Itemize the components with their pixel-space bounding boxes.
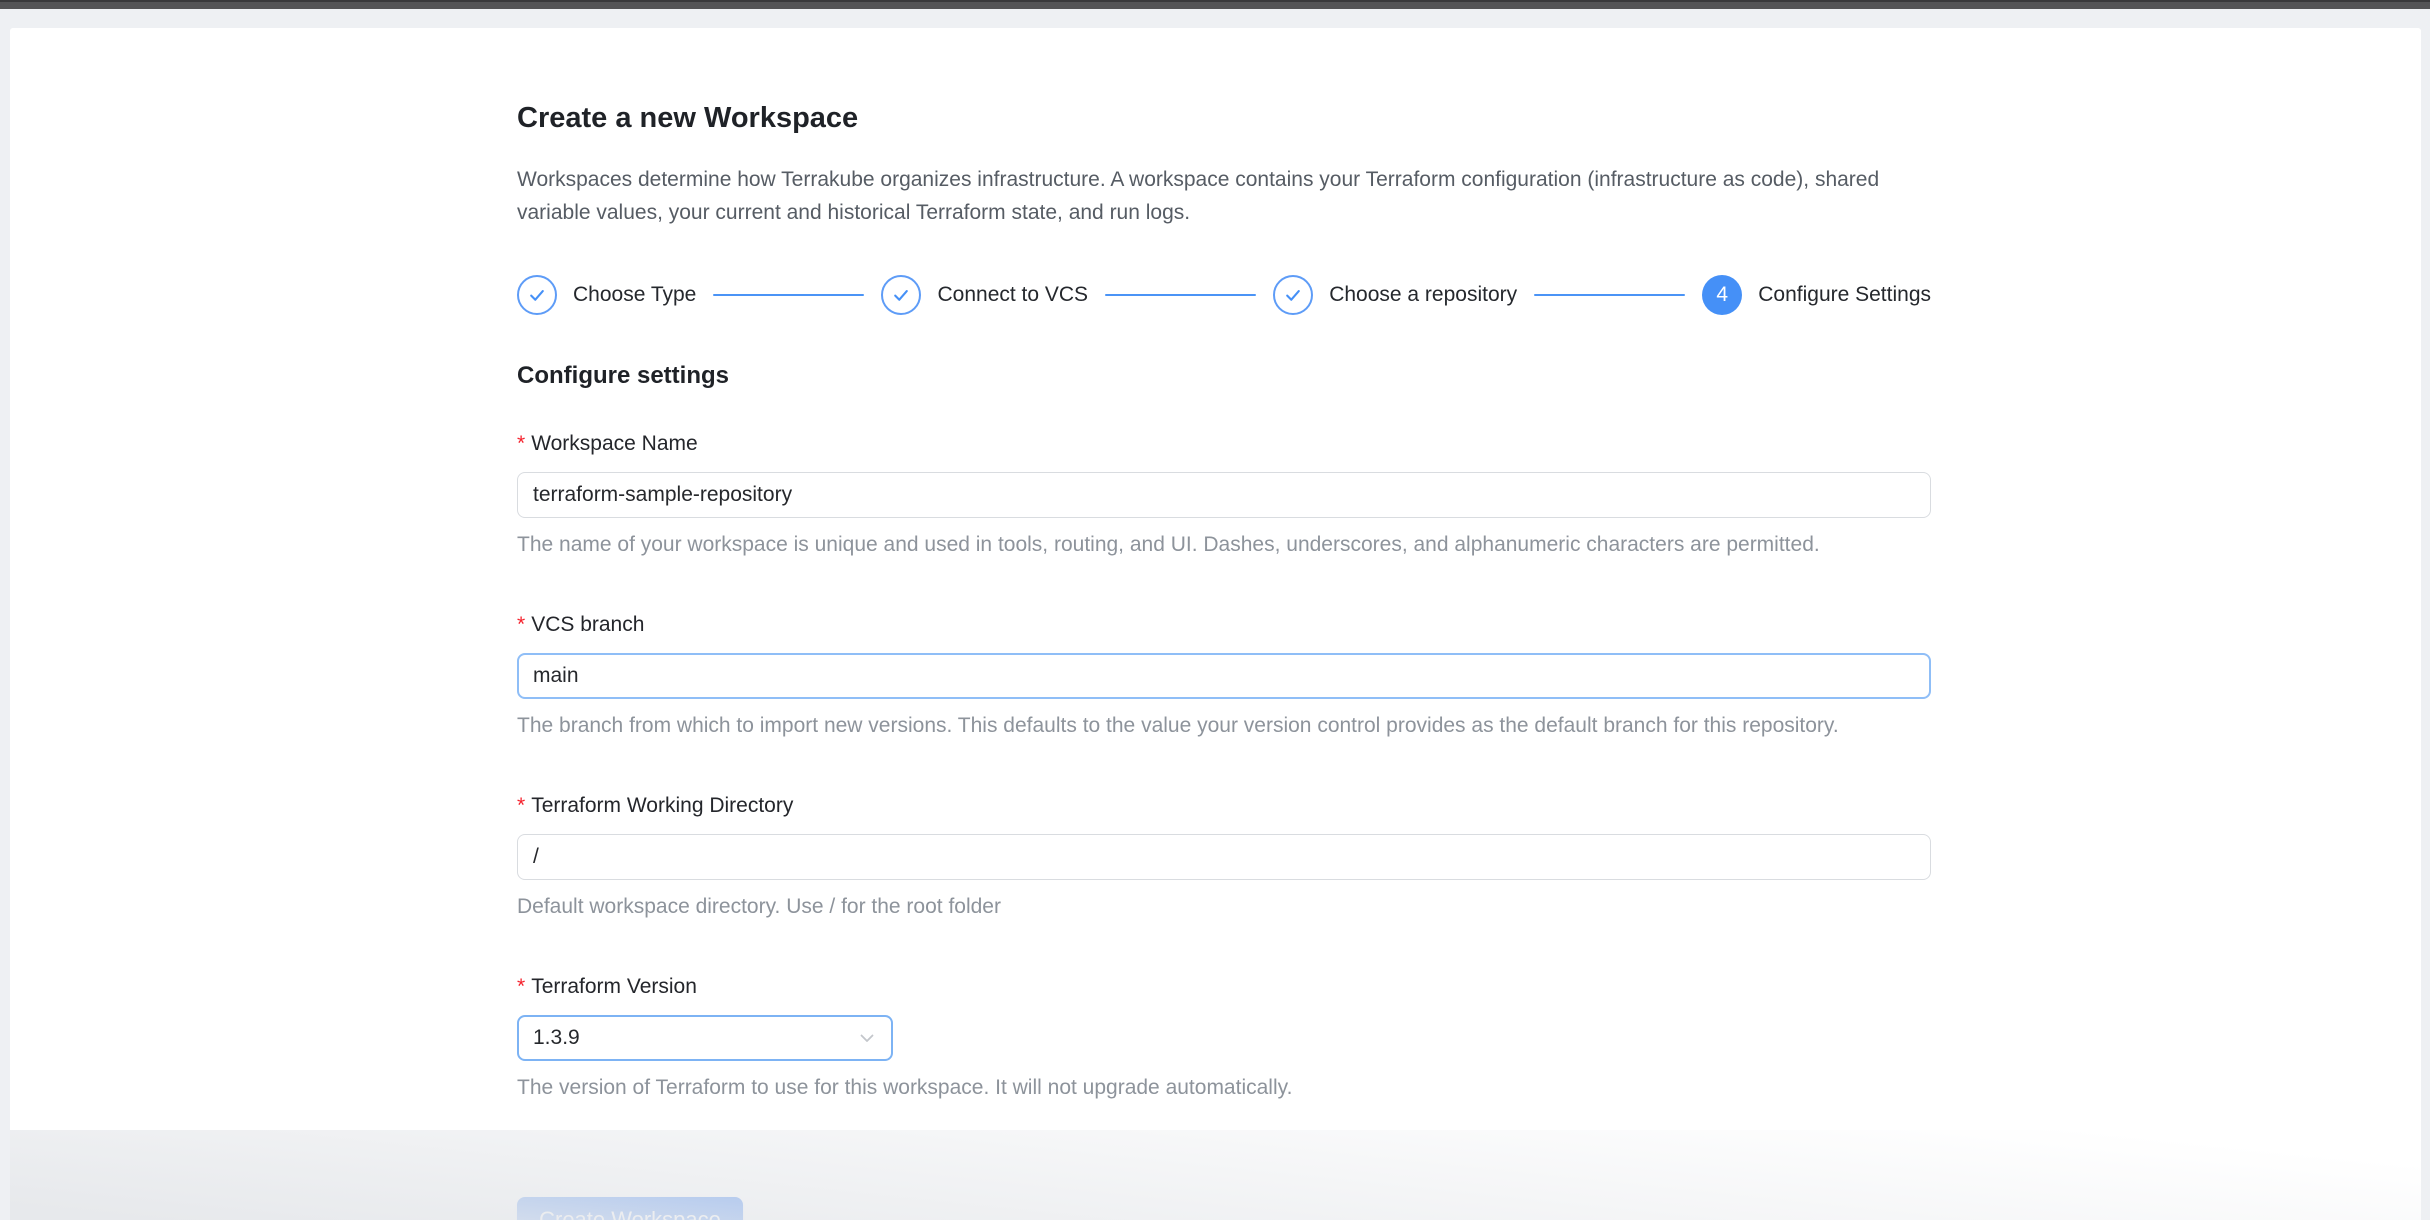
step-connector <box>1105 294 1256 296</box>
step-connector <box>1534 294 1685 296</box>
page-description: Workspaces determine how Terrakube organ… <box>517 163 1937 229</box>
chevron-down-icon <box>857 1028 877 1048</box>
vcs-branch-label: *VCS branch <box>517 610 1931 640</box>
page-title: Create a new Workspace <box>517 100 1931 136</box>
terraform-version-selected-value: 1.3.9 <box>533 1026 580 1050</box>
step-number-badge: 4 <box>1702 275 1742 315</box>
step-connect-to-vcs[interactable]: Connect to VCS <box>881 275 1088 315</box>
step-choose-repository[interactable]: Choose a repository <box>1273 275 1517 315</box>
steps-wizard: Choose Type Connect to VCS Choose a repo… <box>517 275 1931 315</box>
create-workspace-button[interactable]: Create Workspace <box>517 1197 743 1220</box>
step-label: Choose Type <box>573 280 696 310</box>
step-label: Choose a repository <box>1329 280 1517 310</box>
required-asterisk: * <box>517 432 525 455</box>
check-circle-icon <box>881 275 921 315</box>
check-circle-icon <box>517 275 557 315</box>
field-terraform-version: *Terraform Version 1.3.9 The version of … <box>517 972 1931 1103</box>
section-heading: Configure settings <box>517 361 1931 391</box>
step-choose-type[interactable]: Choose Type <box>517 275 696 315</box>
terraform-version-label: *Terraform Version <box>517 972 1931 1002</box>
vcs-branch-input[interactable] <box>517 653 1931 699</box>
check-circle-icon <box>1273 275 1313 315</box>
field-workspace-name: *Workspace Name The name of your workspa… <box>517 429 1931 560</box>
field-terraform-working-directory: *Terraform Working Directory Default wor… <box>517 791 1931 922</box>
step-configure-settings[interactable]: 4 Configure Settings <box>1702 275 1931 315</box>
vcs-branch-help-text: The branch from which to import new vers… <box>517 711 1931 741</box>
window-chrome-bar <box>0 0 2430 9</box>
terraform-working-directory-label: *Terraform Working Directory <box>517 791 1931 821</box>
step-label: Configure Settings <box>1758 280 1931 310</box>
terraform-working-directory-help-text: Default workspace directory. Use / for t… <box>517 892 1931 922</box>
required-asterisk: * <box>517 975 525 998</box>
workspace-name-help-text: The name of your workspace is unique and… <box>517 530 1931 560</box>
workspace-name-input[interactable] <box>517 472 1931 518</box>
terraform-version-help-text: The version of Terraform to use for this… <box>517 1073 1931 1103</box>
field-vcs-branch: *VCS branch The branch from which to imp… <box>517 610 1931 741</box>
workspace-name-label: *Workspace Name <box>517 429 1931 459</box>
terraform-version-select[interactable]: 1.3.9 <box>517 1015 893 1061</box>
step-label: Connect to VCS <box>937 280 1088 310</box>
required-asterisk: * <box>517 794 525 817</box>
create-workspace-form: Create a new Workspace Workspaces determ… <box>517 100 1931 1220</box>
required-asterisk: * <box>517 613 525 636</box>
step-connector <box>713 294 864 296</box>
terraform-working-directory-input[interactable] <box>517 834 1931 880</box>
create-workspace-card: Create a new Workspace Workspaces determ… <box>10 28 2421 1220</box>
